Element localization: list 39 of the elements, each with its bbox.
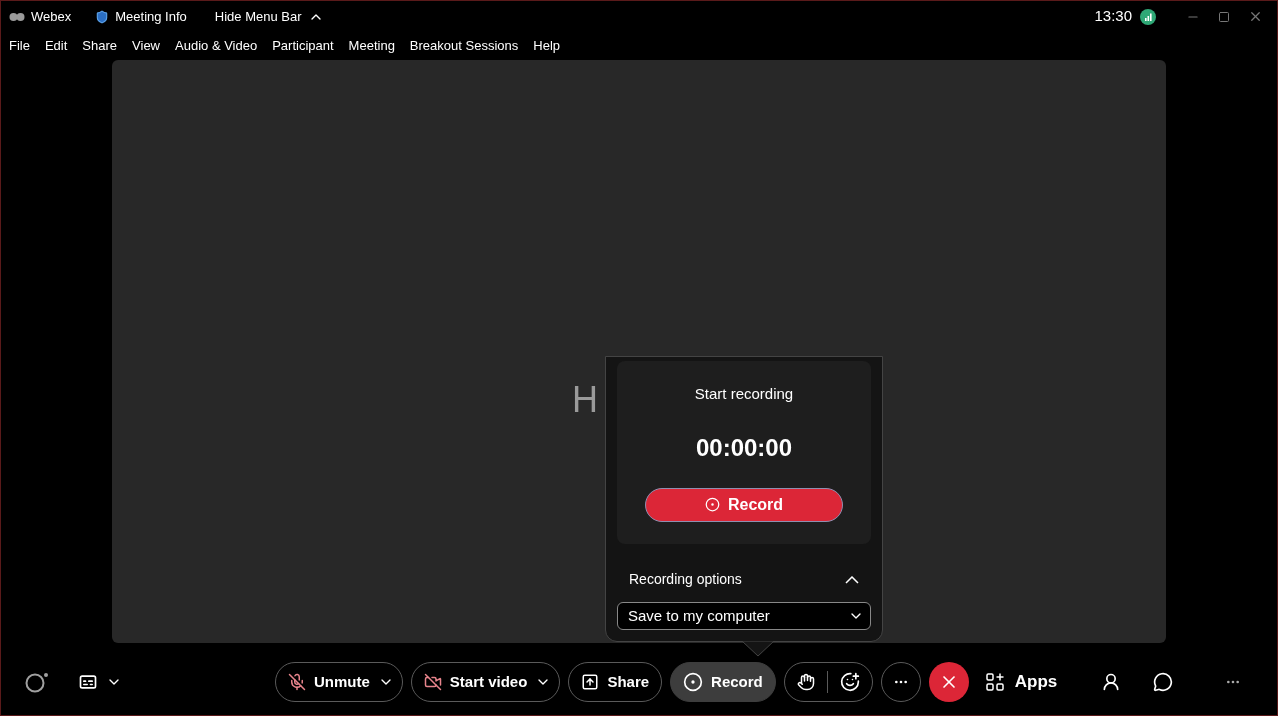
close-icon[interactable] xyxy=(1248,9,1263,24)
menu-item[interactable]: Meeting xyxy=(348,35,395,56)
maximize-icon[interactable] xyxy=(1218,10,1230,23)
clock-time: 13:30 xyxy=(1094,6,1132,27)
menu-item[interactable]: View xyxy=(132,35,160,56)
menu-item[interactable]: Help xyxy=(533,35,560,56)
record-icon xyxy=(683,672,704,692)
leave-meeting-button[interactable] xyxy=(928,662,969,702)
signal-strength-icon xyxy=(1140,8,1156,25)
reaction-icon[interactable] xyxy=(839,672,860,692)
video-off-icon xyxy=(423,673,442,691)
status-ring-icon[interactable] xyxy=(24,671,50,693)
menu-item[interactable]: Audio & Video xyxy=(175,35,258,56)
logo-icon xyxy=(9,10,25,23)
raise-hand-icon[interactable] xyxy=(796,673,815,691)
stage-text: H xyxy=(572,382,598,418)
save-location-dropdown[interactable]: Save to my computer xyxy=(617,602,871,630)
menu-item[interactable]: Breakout Sessions xyxy=(409,35,519,56)
muted-microphone-icon xyxy=(288,673,306,691)
chevron-up-icon xyxy=(845,575,859,584)
meeting-info-button[interactable]: Meeting Info xyxy=(95,6,187,27)
record-icon xyxy=(704,497,720,512)
captions-icon xyxy=(78,672,98,692)
menu-item[interactable]: File xyxy=(9,35,30,56)
menu-item[interactable]: Share xyxy=(82,35,118,56)
menu-item[interactable]: Participant xyxy=(272,35,334,56)
recording-options-toggle[interactable]: Recording options xyxy=(617,569,871,590)
chat-icon[interactable] xyxy=(1153,672,1174,692)
apps-button[interactable]: Apps xyxy=(976,662,1066,702)
recording-timer: 00:00:00 xyxy=(695,432,793,463)
hide-menu-bar-button[interactable]: Hide Menu Bar xyxy=(214,6,324,27)
toolbar-button[interactable]: Record xyxy=(670,662,776,702)
app-name: Webex xyxy=(31,7,72,26)
apps-icon xyxy=(984,672,1005,692)
shield-icon xyxy=(95,9,110,24)
popover-heading: Start recording xyxy=(694,384,794,404)
start-record-button[interactable]: Record xyxy=(645,487,843,522)
share-screen-icon xyxy=(581,673,600,691)
menu-item[interactable]: Edit xyxy=(44,35,68,56)
